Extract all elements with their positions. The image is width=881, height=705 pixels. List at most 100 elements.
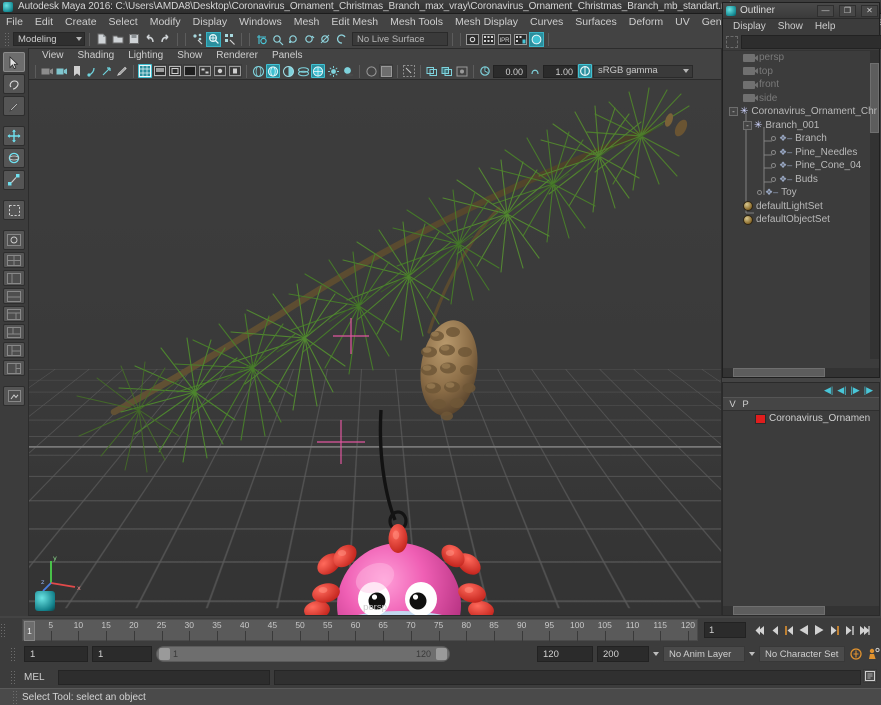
motion-blur-icon[interactable] [379, 64, 393, 78]
textured-display-icon[interactable] [311, 64, 325, 78]
make-live-icon[interactable] [334, 32, 349, 47]
outliner-menu-display[interactable]: Display [727, 21, 772, 32]
gate-mask-icon[interactable] [183, 64, 197, 78]
select-tool-button[interactable] [3, 52, 25, 72]
snap-to-projected-center-icon[interactable] [302, 32, 317, 47]
shadows-toggle-icon[interactable] [341, 64, 355, 78]
layer-first-icon[interactable]: ◀| [824, 385, 833, 396]
camera-attributes-icon[interactable] [55, 64, 69, 78]
color-management-toggle-icon[interactable] [578, 64, 592, 78]
command-input-field[interactable] [58, 669, 270, 685]
time-slider-track[interactable]: 1 5 10 15 20 25 30 35 40 45 50 55 60 65 70 75 80 85 90 95 1… [22, 619, 698, 642]
play-backwards-button[interactable] [797, 622, 811, 638]
anim-layer-dropdown[interactable]: No Anim Layer [663, 646, 745, 662]
menu-item-surfaces[interactable]: Surfaces [569, 14, 622, 30]
snap-to-point-icon[interactable] [286, 32, 301, 47]
image-plane-icon[interactable] [85, 64, 99, 78]
command-line-grip[interactable] [10, 670, 15, 684]
auto-keyframe-toggle-icon[interactable] [849, 646, 863, 662]
multisample-aa-icon[interactable] [402, 64, 416, 78]
two-d-pan-zoom-icon[interactable] [100, 64, 114, 78]
wireframe-shading-icon[interactable] [251, 64, 265, 78]
exposure-reset-icon[interactable] [478, 64, 492, 78]
use-default-material-icon[interactable] [296, 64, 310, 78]
layout-three-pane-button[interactable] [3, 360, 25, 376]
menu-item-edit-mesh[interactable]: Edit Mesh [325, 14, 384, 30]
outliner-item-pine-needles[interactable]: ❖‒ Pine_Needles [723, 146, 879, 160]
outliner-horizontal-scrollbar[interactable] [723, 368, 879, 377]
layer-color-swatch[interactable] [755, 413, 766, 424]
outliner-item-branch[interactable]: ❖‒ Branch [723, 132, 879, 146]
snap-to-curve-icon[interactable] [270, 32, 285, 47]
viewport-3d-scene[interactable]: 2022 [29, 80, 721, 615]
minimize-button[interactable]: — [817, 4, 834, 17]
range-start-time-field[interactable]: 1 [92, 646, 152, 662]
layer-hscroll-thumb[interactable] [733, 606, 825, 615]
xray-active-components-icon[interactable] [455, 64, 469, 78]
layout-outliner-persp-button[interactable] [3, 270, 25, 286]
paint-selection-tool-button[interactable] [3, 96, 25, 116]
bookmark-icon[interactable] [70, 64, 84, 78]
irr-render-view-icon[interactable] [481, 32, 496, 47]
go-to-start-button[interactable] [752, 622, 766, 638]
film-gate-icon[interactable] [153, 64, 167, 78]
panel-menu-lighting[interactable]: Lighting [121, 49, 170, 63]
maximize-button[interactable]: ❐ [839, 4, 856, 17]
menu-item-deform[interactable]: Deform [623, 14, 669, 30]
screen-space-ao-icon[interactable] [364, 64, 378, 78]
current-time-indicator[interactable]: 1 [24, 621, 35, 641]
undo-icon[interactable] [142, 32, 157, 47]
menu-item-create[interactable]: Create [59, 14, 103, 30]
close-button[interactable]: ✕ [861, 4, 878, 17]
menu-item-uv[interactable]: UV [669, 14, 696, 30]
layout-hypershade-button[interactable] [3, 306, 25, 322]
xray-toggle-icon[interactable] [213, 64, 227, 78]
smooth-shade-all-icon[interactable] [266, 64, 280, 78]
range-right-handle[interactable] [436, 648, 447, 660]
layer-prev-icon[interactable]: ◀| [837, 385, 846, 396]
redo-icon[interactable] [158, 32, 173, 47]
layer-row[interactable]: Coronavirus_Ornamen [723, 411, 879, 426]
rotate-tool-button[interactable] [3, 148, 25, 168]
new-scene-icon[interactable] [94, 32, 109, 47]
toolbar-grip-handle[interactable] [4, 32, 9, 46]
outliner-expander[interactable]: - [743, 120, 752, 130]
outliner-item-side[interactable]: side [723, 92, 879, 106]
ipr-render-icon[interactable]: IPR [497, 32, 512, 47]
select-by-object-type-icon[interactable] [206, 31, 221, 47]
render-current-frame-icon[interactable] [465, 32, 480, 47]
menu-item-edit[interactable]: Edit [29, 14, 59, 30]
live-surface-field[interactable]: No Live Surface [352, 32, 448, 46]
grease-pencil-icon[interactable] [115, 64, 129, 78]
last-tool-used-button[interactable] [3, 200, 25, 220]
current-frame-field[interactable]: 1 [704, 622, 746, 638]
select-by-hierarchy-icon[interactable] [190, 32, 205, 47]
outliner-item-persp[interactable]: persp [723, 51, 879, 65]
step-back-key-button[interactable] [767, 622, 781, 638]
layout-saved-view-button[interactable] [3, 386, 25, 406]
layout-persp-graph-button[interactable] [3, 288, 25, 304]
exposure-field[interactable]: 0.00 [493, 64, 527, 78]
outliner-item-defaultlightset[interactable]: defaultLightSet [723, 200, 879, 214]
outliner-search-input[interactable] [741, 34, 881, 49]
outliner-menu-help[interactable]: Help [809, 21, 842, 32]
xray-joints-icon[interactable] [440, 64, 454, 78]
layout-uv-editor-button[interactable] [3, 324, 25, 340]
outliner-hscroll-thumb[interactable] [733, 368, 825, 377]
panel-menu-shading[interactable]: Shading [71, 49, 122, 63]
panel-menu-renderer[interactable]: Renderer [209, 49, 265, 63]
gamma-field[interactable]: 1.00 [543, 64, 577, 78]
search-icon[interactable] [726, 35, 738, 48]
isolate-select-icon[interactable] [228, 64, 242, 78]
menu-item-display[interactable]: Display [187, 14, 233, 30]
grid-toggle-icon[interactable] [138, 64, 152, 78]
panel-menu-panels[interactable]: Panels [265, 49, 310, 63]
status-bar-grip[interactable] [12, 690, 17, 704]
animation-preferences-icon[interactable] [867, 646, 881, 662]
range-slider-grip[interactable] [10, 647, 15, 661]
outliner-expander[interactable]: - [729, 107, 738, 117]
layer-last-icon[interactable]: |▶ [864, 385, 873, 396]
menu-item-windows[interactable]: Windows [233, 14, 288, 30]
panel-menu-show[interactable]: Show [170, 49, 209, 63]
isolate-objects-icon[interactable] [425, 64, 439, 78]
